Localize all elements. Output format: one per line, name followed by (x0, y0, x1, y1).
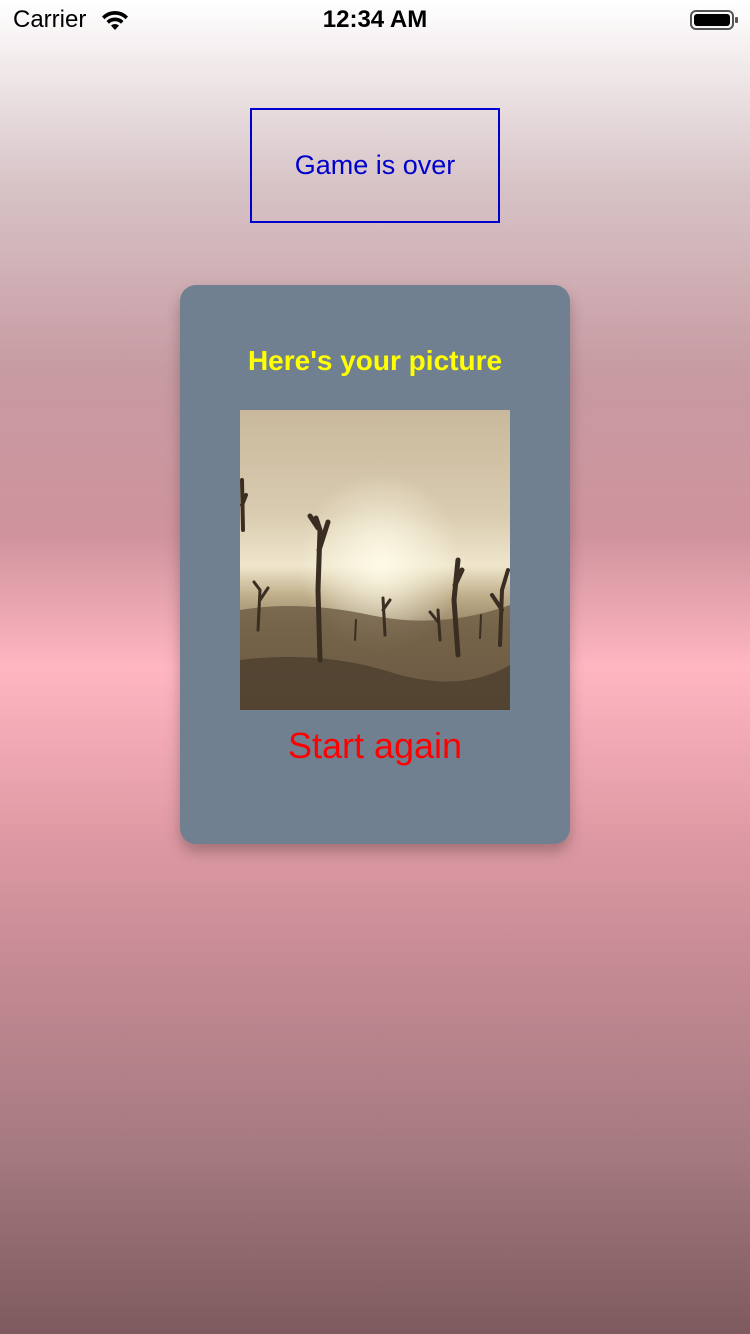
clock: 12:34 AM (322, 6, 428, 33)
result-card: Here's your picture Start again (180, 285, 570, 844)
battery-icon (690, 10, 738, 30)
card-title: Here's your picture (247, 345, 503, 376)
result-picture (240, 410, 510, 710)
game-over-box: Game is over (250, 108, 500, 223)
status-bar: Carrier 12:34 AM (0, 0, 750, 40)
game-over-label: Game is over (294, 150, 456, 180)
start-again-button[interactable]: Start again (180, 725, 570, 767)
